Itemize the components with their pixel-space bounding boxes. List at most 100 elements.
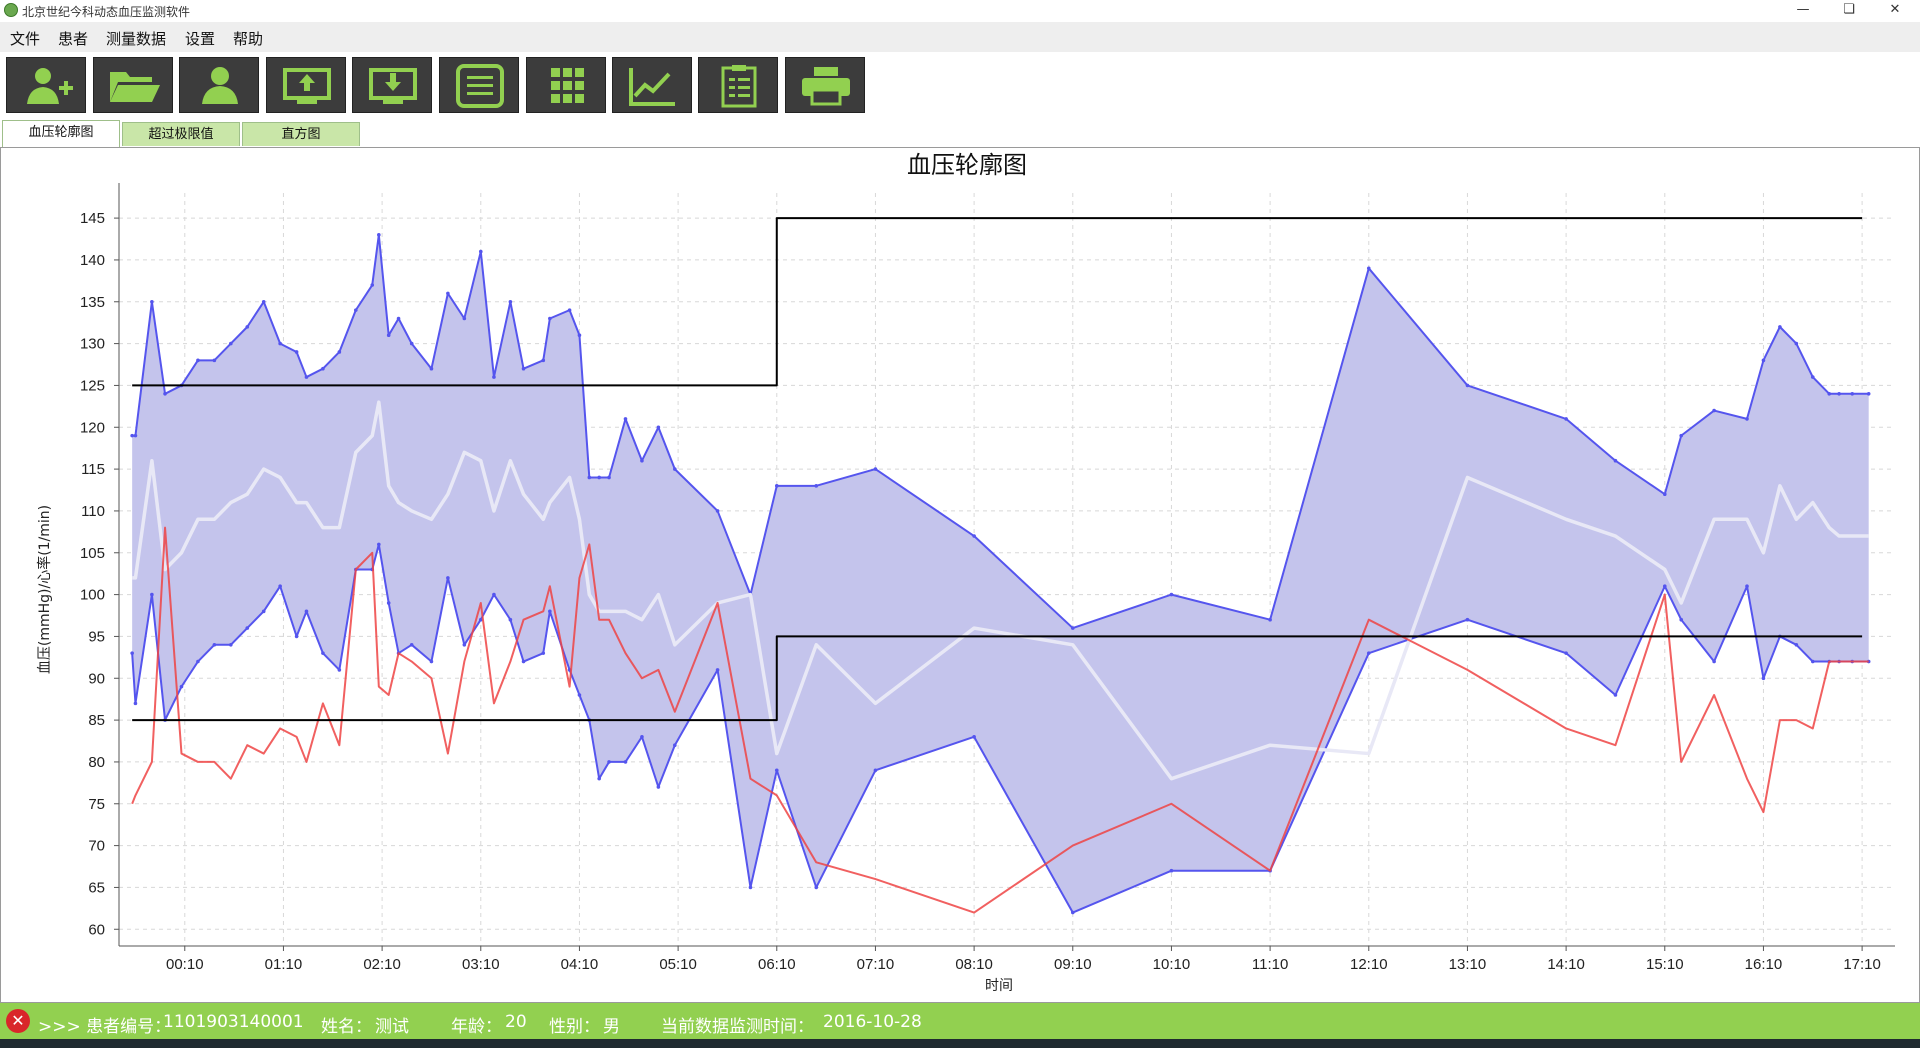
data-point (640, 735, 644, 739)
data-point (1613, 458, 1618, 463)
data-point (748, 885, 753, 890)
data-point (623, 760, 628, 764)
menu-bar: 文件 患者 测量数据 设置 帮助 (0, 22, 1920, 52)
x-tick-label: 07:10 (857, 956, 895, 973)
patient-icon (202, 67, 238, 104)
y-tick-label: 110 (81, 503, 105, 520)
data-point (1745, 417, 1749, 421)
y-tick-label: 95 (88, 628, 105, 645)
menu-file[interactable]: 文件 (10, 28, 40, 49)
data-point (715, 668, 720, 672)
data-point (492, 592, 496, 597)
y-tick-label: 105 (80, 545, 105, 562)
printer-icon (802, 67, 850, 106)
y-tick-label: 115 (81, 461, 105, 478)
data-point (1761, 676, 1766, 681)
status-prefix: >>> 患者编号： (38, 1017, 172, 1037)
data-point (673, 743, 677, 747)
grid-view-button[interactable] (526, 57, 606, 113)
data-point (1712, 659, 1716, 664)
data-point (377, 542, 381, 547)
data-point (541, 358, 546, 363)
data-point (1866, 392, 1871, 396)
status-bar: ✕ >>> 患者编号： 1101903140001 姓名： 测试 年龄： 20 … (0, 1003, 1920, 1039)
download-data-button[interactable] (352, 57, 432, 113)
data-point (294, 350, 299, 354)
data-point (462, 643, 467, 647)
trend-chart-button[interactable] (612, 57, 692, 113)
menu-patient[interactable]: 患者 (58, 28, 88, 49)
status-name-label: 姓名： (321, 1017, 372, 1037)
data-point (1837, 392, 1841, 396)
status-age-label: 年龄： (451, 1017, 502, 1037)
data-point (1070, 910, 1075, 915)
menu-measurement-data[interactable]: 测量数据 (106, 28, 166, 49)
menu-settings[interactable]: 设置 (185, 28, 215, 49)
report-button[interactable] (698, 57, 778, 113)
data-point (1366, 651, 1371, 655)
data-point (1679, 433, 1684, 438)
x-tick-label: 00:10 (166, 956, 204, 973)
data-point (774, 768, 779, 773)
data-point (597, 475, 601, 480)
open-folder-icon (110, 72, 160, 102)
data-point (212, 643, 217, 647)
upload-monitor-icon (283, 68, 331, 104)
data-point (179, 684, 184, 689)
x-tick-label: 08:10 (955, 956, 993, 973)
y-tick-label: 65 (88, 879, 105, 896)
data-point (972, 534, 976, 538)
data-point (321, 366, 325, 371)
data-point (396, 316, 401, 321)
data-point (1827, 392, 1832, 396)
status-date-label: 当前数据监测时间： (661, 1017, 814, 1037)
data-point (409, 341, 414, 346)
data-point (541, 651, 546, 655)
menu-help[interactable]: 帮助 (233, 28, 263, 49)
data-point (521, 366, 526, 371)
patient-name: 测试 (375, 1017, 409, 1037)
data-point (478, 249, 483, 254)
patient-sex: 男 (603, 1017, 620, 1037)
monitor-date: 2016-10-28 (823, 1012, 922, 1032)
close-window-button[interactable]: ✕ (1872, 0, 1918, 22)
patient-info-button[interactable] (179, 57, 259, 113)
add-patient-icon (27, 68, 73, 104)
tab-exceed-limits[interactable]: 超过极限值 (122, 122, 240, 146)
y-tick-label: 80 (88, 754, 105, 771)
tab-histogram[interactable]: 直方图 (242, 122, 360, 146)
status-sex-label: 性别： (549, 1017, 600, 1037)
data-point (567, 308, 572, 312)
data-point (656, 785, 661, 789)
data-point (386, 601, 391, 605)
data-point (245, 325, 250, 329)
list-view-button[interactable] (439, 57, 519, 113)
add-patient-button[interactable] (6, 57, 86, 113)
line-chart-icon (629, 68, 675, 106)
minimize-button[interactable]: — (1780, 0, 1826, 22)
error-icon[interactable]: ✕ (6, 1009, 30, 1033)
data-point (278, 584, 282, 589)
upload-data-button[interactable] (266, 57, 346, 113)
data-point (873, 467, 878, 471)
data-point (229, 341, 233, 346)
data-point (521, 659, 526, 664)
data-point (715, 509, 720, 513)
restore-button[interactable]: ❏ (1826, 0, 1872, 22)
data-point (774, 484, 779, 488)
print-button[interactable] (785, 57, 865, 113)
data-point (623, 417, 628, 421)
data-point (656, 425, 661, 430)
data-point (1268, 617, 1272, 622)
chart-title: 血压轮廓图 (907, 151, 1027, 179)
y-axis-label: 血压(mmHg)/心率(1/min) (36, 505, 53, 674)
data-point (337, 350, 342, 354)
data-point (814, 484, 819, 488)
data-point (354, 308, 358, 312)
data-point (337, 668, 342, 672)
open-folder-button[interactable] (93, 57, 173, 113)
data-point (607, 475, 611, 480)
data-point (1761, 358, 1766, 363)
tab-bp-profile[interactable]: 血压轮廓图 (2, 120, 120, 147)
x-tick-label: 12:10 (1350, 956, 1388, 973)
